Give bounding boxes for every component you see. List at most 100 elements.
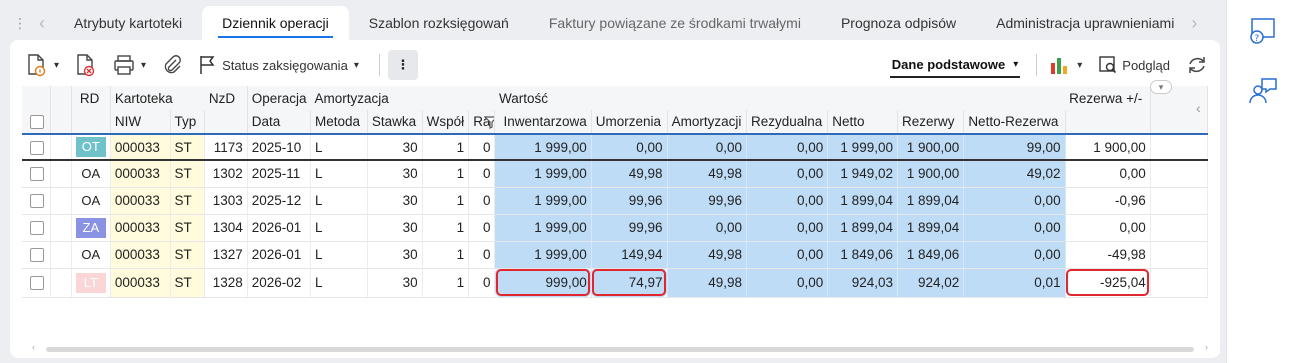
table-row[interactable]: OT 000033 ST 1173 2025-10 L 30 1 0 1 999… (22, 133, 1208, 161)
print-button[interactable]: ▾ (109, 50, 150, 80)
view-select-label: Dane podstawowe (891, 56, 1006, 72)
table-row[interactable]: OA 000033 ST 1303 2025-12 L 30 1 0 1 999… (22, 187, 1208, 215)
preview-label: Podgląd (1122, 57, 1170, 73)
column-panel-chevron-icon[interactable]: ‹ (1196, 100, 1201, 116)
preview-icon (1099, 56, 1117, 74)
col-operacja[interactable]: Operacja (247, 86, 311, 110)
col-netto-rezerwa[interactable]: Netto-Rezerwa (963, 110, 1066, 135)
row-select-cell (22, 241, 51, 269)
view-select[interactable]: Dane podstawowe ▾ (889, 53, 1021, 78)
tab-prognoza-odpisow[interactable]: Prognoza odpisów (821, 6, 976, 40)
more-actions-button[interactable]: ⋮ (387, 50, 418, 80)
col-rd[interactable]: RD (71, 86, 111, 110)
tab-dziennik-operacji[interactable]: Dziennik operacji (202, 6, 349, 40)
help-chat-button[interactable]: ? (1245, 14, 1279, 48)
row-checkbox[interactable] (30, 276, 44, 291)
umorzenia-cell: 49,98 (591, 160, 668, 188)
amortyzacji-cell: 49,98 (667, 268, 748, 298)
right-side-panel: ? (1226, 0, 1302, 363)
select-all-checkbox[interactable] (30, 115, 44, 130)
typ-cell: ST (170, 187, 206, 215)
tab-administracja-uprawnieniami[interactable]: Administracja uprawnieniami (976, 6, 1182, 40)
tab-atrybuty-kartoteki[interactable]: Atrybuty kartoteki (54, 6, 202, 40)
rd-badge: OA (81, 192, 101, 208)
tab-faktury-powiazane[interactable]: Faktury powiązane ze środkami trwałymi (529, 6, 821, 40)
row-checkbox[interactable] (30, 167, 44, 182)
col-inwentarzowa[interactable]: Inwentarzowa (494, 110, 592, 135)
scrollbar-track[interactable] (46, 347, 1194, 352)
refresh-button[interactable] (1182, 50, 1212, 80)
col-umorzenia[interactable]: Umorzenia (591, 110, 668, 135)
chart-button[interactable]: ▾ (1045, 50, 1086, 80)
inwentarzowa-cell: 1 999,00 (494, 133, 592, 161)
preview-button[interactable]: Podgląd (1094, 50, 1174, 80)
status-posting-button[interactable]: Status zaksięgowania ▾ (194, 50, 363, 80)
paperclip-icon (164, 55, 181, 74)
rezerwa-pm-cell: 0,00 (1065, 160, 1151, 188)
attachment-button[interactable] (158, 50, 186, 80)
col-rezerwy[interactable]: Rezerwy (897, 110, 965, 135)
nzd-cell: 1303 (204, 187, 248, 215)
col-rezydualna[interactable]: Rezydualna (746, 110, 829, 135)
col-amortyzacja[interactable]: Amortyzacja (310, 86, 495, 110)
col-niw[interactable]: NIW (110, 110, 171, 135)
drag-handle-icon[interactable]: ⋮ (10, 15, 30, 32)
scroll-right-icon[interactable]: › (1205, 342, 1208, 352)
niw-cell: 000033 (110, 160, 171, 188)
netto-rezerwa-cell: 0,00 (963, 214, 1066, 242)
stawka-cell: 30 (367, 268, 423, 298)
netto-cell: 1 899,04 (827, 214, 898, 242)
filter-icon[interactable] (484, 115, 495, 129)
new-document-button[interactable]: ▾ (22, 50, 63, 80)
header-placeholder (1065, 110, 1151, 135)
col-typ[interactable]: Typ (170, 110, 206, 135)
table-row[interactable]: ZA 000033 ST 1304 2026-01 L 30 1 0 1 999… (22, 214, 1208, 242)
col-wspol[interactable]: Współ (422, 110, 470, 135)
typ-cell: ST (170, 241, 206, 269)
tab-szablon-rozksiegowan[interactable]: Szablon rozksięgowań (349, 6, 529, 40)
metoda-cell: L (310, 214, 368, 242)
stawka-cell: 30 (367, 214, 423, 242)
wspol-cell: 1 (422, 133, 470, 161)
support-person-icon (1249, 78, 1277, 104)
horizontal-scrollbar[interactable]: ‹ › (32, 342, 1208, 354)
row-checkbox[interactable] (30, 248, 44, 263)
col-stawka[interactable]: Stawka (367, 110, 423, 135)
row-select-cell (22, 214, 51, 242)
cancel-document-button[interactable] (71, 50, 101, 80)
scroll-left-icon[interactable]: ‹ (32, 342, 35, 352)
col-wartosc[interactable]: Wartość (494, 86, 1066, 110)
rd-badge: OA (81, 246, 101, 262)
rezerwy-cell: 1 899,04 (897, 214, 965, 242)
stawka-cell: 30 (367, 187, 423, 215)
chevron-left-icon[interactable]: ‹ (30, 13, 54, 34)
col-metoda[interactable]: Metoda (310, 110, 368, 135)
col-ra[interactable]: Ra (468, 110, 496, 135)
netto-cell: 1 899,04 (827, 187, 898, 215)
chevron-right-icon[interactable]: › (1182, 13, 1206, 34)
col-data[interactable]: Data (247, 110, 312, 135)
support-contact-button[interactable] (1245, 74, 1279, 108)
rezydualna-cell: 0,00 (746, 241, 829, 269)
ra-cell: 0 (468, 241, 496, 269)
table-row[interactable]: LT 000033 ST 1328 2026-02 L 30 1 0 999,0… (22, 268, 1208, 298)
collapse-toolbar-chevron-icon[interactable]: ▾ (1150, 80, 1172, 94)
rd-badge: OT (75, 137, 106, 157)
col-nzd[interactable]: NzD (204, 86, 248, 110)
help-chat-icon: ? (1250, 18, 1275, 44)
table-row[interactable]: OA 000033 ST 1327 2026-01 L 30 1 0 1 999… (22, 241, 1208, 269)
row-spacer-cell (50, 268, 72, 298)
row-checkbox[interactable] (30, 221, 44, 236)
nzd-cell: 1304 (204, 214, 248, 242)
col-amortyzacji[interactable]: Amortyzacji (667, 110, 748, 135)
metoda-cell: L (310, 187, 368, 215)
col-kartoteka[interactable]: Kartoteka (110, 86, 205, 110)
row-checkbox[interactable] (30, 140, 44, 155)
niw-cell: 000033 (110, 241, 171, 269)
table-row[interactable]: OA 000033 ST 1302 2025-11 L 30 1 0 1 999… (22, 160, 1208, 188)
col-rezerwa-pm[interactable]: Rezerwa +/- (1065, 86, 1151, 110)
col-netto[interactable]: Netto (827, 110, 898, 135)
row-spacer-cell (50, 241, 72, 269)
row-checkbox[interactable] (30, 194, 44, 209)
inwentarzowa-cell-highlighted: 999,00 (494, 268, 592, 298)
